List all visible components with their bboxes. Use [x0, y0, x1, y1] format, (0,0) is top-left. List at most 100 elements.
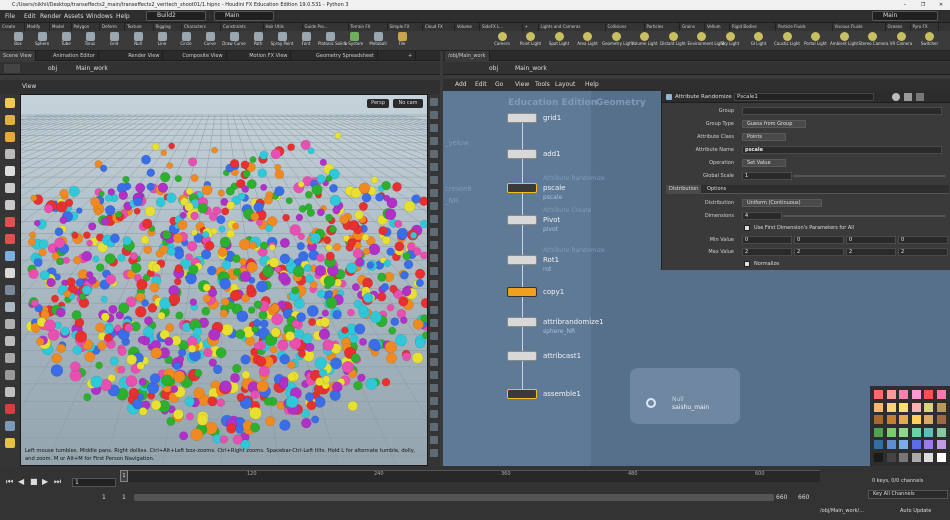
network-menu-item[interactable]: Help: [585, 81, 599, 88]
palette-swatch[interactable]: [911, 402, 921, 412]
shelf-tool[interactable]: Null: [126, 32, 150, 50]
node-add1[interactable]: [507, 149, 537, 159]
network-menu-item[interactable]: View: [515, 81, 529, 88]
shelf-tab[interactable]: Volume: [455, 23, 480, 31]
min-field-3[interactable]: 0: [898, 236, 948, 244]
display-option-icon[interactable]: [430, 150, 438, 158]
stop-icon[interactable]: ■: [30, 477, 40, 487]
palette-swatch[interactable]: [874, 440, 883, 449]
display-option-icon[interactable]: [430, 176, 438, 184]
shelf-tool[interactable]: Tube: [54, 32, 78, 50]
menu-assets[interactable]: Assets: [64, 10, 84, 23]
light-tool[interactable]: Caustic Light: [773, 32, 801, 50]
info-icon[interactable]: [916, 93, 924, 101]
display-option-icon[interactable]: [430, 163, 438, 171]
shelf-tool[interactable]: Metaball: [366, 32, 390, 50]
network-menu-item[interactable]: Edit: [475, 81, 487, 88]
param-field[interactable]: [742, 107, 942, 115]
tool-icon[interactable]: [5, 302, 15, 312]
shelf-tool[interactable]: L-System: [342, 32, 366, 50]
shelf-tab[interactable]: Terrain FX: [349, 23, 388, 31]
palette-swatch[interactable]: [886, 402, 896, 412]
display-option-icon[interactable]: [430, 384, 438, 392]
display-option-icon[interactable]: [430, 124, 438, 132]
palette-swatch[interactable]: [924, 452, 933, 462]
tool-icon[interactable]: [5, 421, 15, 431]
display-option-icon[interactable]: [430, 306, 438, 314]
help-icon[interactable]: [904, 93, 912, 101]
shelf-tool[interactable]: File: [390, 32, 414, 50]
left-pane-tab[interactable]: Motion FX View: [246, 51, 292, 61]
distribution-select[interactable]: Uniform (Continuous): [742, 199, 822, 207]
normalize-checkbox[interactable]: [744, 261, 750, 267]
shelf-tab[interactable]: Pyro FX: [911, 23, 939, 31]
palette-swatch[interactable]: [911, 452, 921, 462]
play-icon[interactable]: ▶: [42, 477, 52, 487]
tool-icon[interactable]: [5, 353, 15, 363]
shelf-tool[interactable]: Font: [294, 32, 318, 50]
display-option-icon[interactable]: [430, 358, 438, 366]
display-option-icon[interactable]: [430, 241, 438, 249]
null-node-box[interactable]: [630, 368, 740, 424]
network-menu-item[interactable]: Layout: [555, 81, 575, 88]
palette-swatch[interactable]: [899, 390, 908, 399]
palette-swatch[interactable]: [874, 452, 883, 462]
close-button[interactable]: ✕: [932, 0, 950, 10]
palette-swatch[interactable]: [936, 452, 946, 462]
range-start-inner[interactable]: 1: [122, 494, 126, 501]
palette-swatch[interactable]: [874, 390, 883, 399]
palette-swatch[interactable]: [899, 415, 908, 424]
light-tool[interactable]: Environment Light: [688, 32, 724, 50]
shelf-tab[interactable]: Hair Utils: [264, 23, 303, 31]
palette-swatch[interactable]: [899, 402, 908, 412]
shelf-tab[interactable]: Grains: [680, 23, 705, 31]
display-option-icon[interactable]: [430, 319, 438, 327]
shelf-tab[interactable]: Modify: [25, 23, 50, 31]
node-grid1[interactable]: [507, 113, 537, 123]
network-menu-item[interactable]: Add: [455, 81, 467, 88]
desktop-select[interactable]: Build2: [146, 11, 206, 21]
palette-swatch[interactable]: [886, 452, 896, 462]
shelf-tab[interactable]: Collisions: [606, 23, 645, 31]
light-tool[interactable]: Area Light: [574, 32, 602, 50]
dimensions-field[interactable]: 4: [742, 212, 782, 220]
tool-icon[interactable]: [5, 387, 15, 397]
context-select[interactable]: Main: [214, 11, 274, 21]
shelf-tab[interactable]: Oceans: [886, 23, 911, 31]
light-tool[interactable]: VR Camera: [887, 32, 915, 50]
shelf-tab[interactable]: Rigid Bodies: [730, 23, 776, 31]
palette-swatch[interactable]: [924, 427, 933, 437]
shelf-tab[interactable]: Polygon: [72, 23, 100, 31]
left-pane-tab[interactable]: Scene View: [0, 51, 36, 61]
tool-icon[interactable]: [5, 438, 15, 448]
left-pane-tab[interactable]: Render View: [125, 51, 164, 61]
display-option-icon[interactable]: [430, 332, 438, 340]
light-tool[interactable]: Ambient Light: [830, 32, 858, 50]
tool-icon[interactable]: [5, 234, 15, 244]
right-context-select[interactable]: Main: [872, 11, 938, 21]
shelf-tab[interactable]: Create: [0, 23, 25, 31]
palette-swatch[interactable]: [924, 415, 933, 424]
shelf-tab[interactable]: Constraints: [221, 23, 264, 31]
shelf-tab[interactable]: Viscous Fluids: [833, 23, 886, 31]
net-path-root[interactable]: obj: [489, 65, 498, 72]
shelf-tool[interactable]: Sphere: [30, 32, 54, 50]
shelf-tool[interactable]: Torus: [78, 32, 102, 50]
display-option-icon[interactable]: [430, 98, 438, 106]
shelf-tool[interactable]: Path: [246, 32, 270, 50]
tool-icon[interactable]: [5, 132, 15, 142]
palette-swatch[interactable]: [924, 402, 933, 412]
tab-options[interactable]: Options: [704, 185, 729, 194]
null-node-icon[interactable]: [646, 398, 656, 408]
shelf-tool[interactable]: Curve: [198, 32, 222, 50]
shelf-tab[interactable]: Rigging: [154, 23, 182, 31]
display-option-icon[interactable]: [430, 137, 438, 145]
tab-distribution[interactable]: Distribution: [666, 185, 702, 194]
palette-swatch[interactable]: [886, 427, 896, 437]
shelf-tool[interactable]: Platonic Solids: [318, 32, 347, 50]
tool-icon[interactable]: [5, 183, 15, 193]
shelf-tool[interactable]: Circle: [174, 32, 198, 50]
persp-menu[interactable]: Persp: [367, 99, 389, 108]
shelf-tool[interactable]: Box: [6, 32, 30, 50]
tool-icon[interactable]: [5, 404, 15, 414]
